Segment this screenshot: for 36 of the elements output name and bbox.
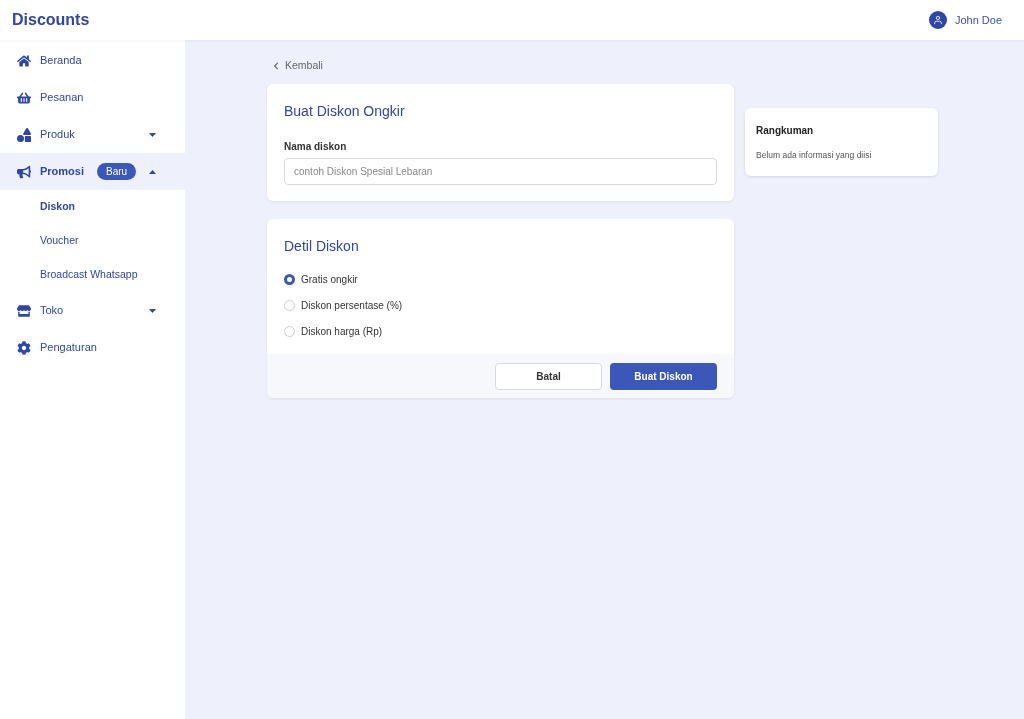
card-title: Buat Diskon Ongkir [284, 102, 406, 121]
basket-icon [16, 90, 31, 105]
chevron-left-icon [272, 62, 280, 70]
sidebar-subitem[interactable]: Broadcast Whatsapp [0, 258, 185, 292]
sidebar-item[interactable]: Beranda [0, 42, 185, 79]
app-title: Discounts [12, 10, 90, 30]
caret-icon [149, 308, 156, 313]
back-link[interactable]: Kembali [272, 58, 734, 74]
sidebar-item[interactable]: Promosi Baru [0, 153, 185, 190]
summary-text: Belum ada informasi yang diisi [756, 149, 873, 162]
shapes-icon [16, 127, 31, 142]
user-avatar-icon[interactable] [928, 11, 947, 29]
cancel-button[interactable]: Batal [495, 362, 602, 390]
radio-button[interactable] [284, 273, 295, 285]
field-label: Nama diskon [284, 140, 348, 154]
sidebar-item[interactable]: Toko [0, 292, 185, 329]
radio-option[interactable]: Diskon persentase (%) [284, 297, 717, 313]
megaphone-icon [16, 164, 31, 179]
sidebar-item[interactable]: Pengaturan [0, 329, 185, 366]
sidebar-subitem[interactable]: Voucher [0, 224, 185, 258]
sidebar-item[interactable]: Pesanan [0, 79, 185, 116]
caret-icon [149, 132, 156, 137]
radio-option[interactable]: Diskon harga (Rp) [284, 323, 717, 339]
sidebar-item[interactable]: Produk [0, 116, 185, 153]
caret-icon [149, 169, 156, 174]
discount-name-field[interactable]: contoh Diskon Spesial Lebaran [284, 158, 717, 185]
sidebar-subitem[interactable]: Diskon [0, 190, 185, 224]
home-icon [16, 53, 31, 68]
create-button[interactable]: Buat Diskon [610, 362, 717, 390]
summary-title: Rangkuman [756, 124, 815, 138]
settings-icon [16, 340, 31, 355]
new-badge: Baru [97, 163, 137, 180]
user-name[interactable]: John Doe [954, 11, 1002, 29]
card-title: Detil Diskon [284, 237, 360, 256]
radio-option[interactable]: Gratis ongkir [284, 271, 717, 287]
store-icon [16, 303, 31, 318]
